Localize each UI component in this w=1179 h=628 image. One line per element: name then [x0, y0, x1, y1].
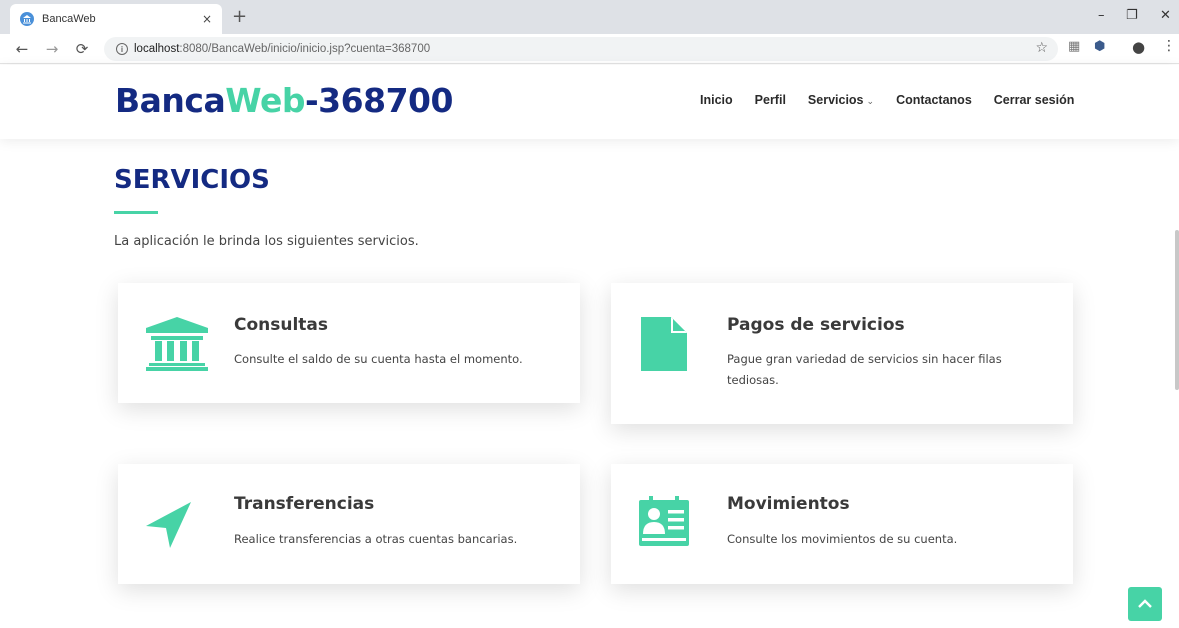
card-text: Realice transferencias a otras cuentas b…: [234, 532, 518, 546]
browser-toolbar: ← → ⟳ i localhost:8080/BancaWeb/inicio/i…: [0, 34, 1179, 64]
nav-perfil[interactable]: Perfil: [755, 93, 786, 107]
url-host: localhost: [134, 43, 180, 55]
card-title: Movimientos: [727, 494, 850, 514]
url-path: :8080/BancaWeb/inicio/inicio.jsp?cuenta=…: [179, 43, 431, 55]
scroll-to-top-button[interactable]: [1128, 587, 1162, 621]
profile-icon[interactable]: ●: [1132, 38, 1145, 56]
shield-extension-icon[interactable]: ⬢: [1094, 39, 1105, 54]
browser-tab[interactable]: BancaWeb ×: [10, 4, 222, 34]
address-bar[interactable]: i localhost:8080/BancaWeb/inicio/inicio.…: [104, 37, 1058, 61]
browser-tabbar: BancaWeb × + – ❐ ✕: [0, 0, 1179, 34]
service-card-consultas[interactable]: Consultas Consulte el saldo de su cuenta…: [118, 283, 580, 403]
service-card-transferencias[interactable]: Transferencias Realice transferencias a …: [118, 464, 580, 584]
chevron-down-icon: ⌄: [866, 96, 875, 106]
menu-dots-icon[interactable]: ⋮: [1162, 38, 1176, 54]
page-scrollbar[interactable]: [1175, 230, 1179, 390]
site-header: BancaWeb-368700 Inicio Perfil Servicios ⌄…: [0, 65, 1179, 139]
back-arrow-icon[interactable]: ←: [14, 40, 30, 58]
section-title: SERVICIOS: [114, 165, 270, 195]
chevron-up-icon: [1138, 599, 1152, 608]
service-card-pagos[interactable]: Pagos de servicios Pague gran variedad d…: [611, 283, 1073, 424]
card-text: Consulte los movimientos de su cuenta.: [727, 532, 958, 546]
brand-part-web: Web: [225, 81, 305, 120]
id-card-icon: [639, 496, 689, 550]
card-title: Pagos de servicios: [727, 315, 905, 335]
site-logo[interactable]: BancaWeb-368700: [115, 81, 453, 120]
brand-part-account: -368700: [304, 81, 453, 120]
close-window-button[interactable]: ✕: [1160, 8, 1171, 23]
nav-servicios[interactable]: Servicios ⌄: [808, 93, 874, 107]
title-underline: [114, 211, 158, 214]
card-text: Consulte el saldo de su cuenta hasta el …: [234, 352, 523, 366]
new-tab-button[interactable]: +: [232, 8, 247, 26]
card-text: Pague gran variedad de servicios sin hac…: [727, 352, 1002, 387]
bookmark-star-icon[interactable]: ☆: [1035, 40, 1048, 56]
info-icon[interactable]: i: [116, 43, 128, 55]
section-description: La aplicación le brinda los siguientes s…: [114, 234, 419, 249]
url-text: localhost:8080/BancaWeb/inicio/inicio.js…: [134, 43, 430, 55]
card-title: Transferencias: [234, 494, 375, 514]
nav-cerrar-sesion[interactable]: Cerrar sesión: [994, 93, 1075, 107]
nav-contactanos[interactable]: Contactanos: [896, 93, 972, 107]
forward-arrow-icon[interactable]: →: [44, 40, 60, 58]
restore-button[interactable]: ❐: [1126, 8, 1138, 23]
tab-close-icon[interactable]: ×: [202, 12, 212, 26]
extension-icon[interactable]: ▦: [1068, 39, 1080, 54]
main-nav: Inicio Perfil Servicios ⌄ Contactanos Cer…: [700, 93, 1096, 107]
bank-icon: [146, 317, 208, 375]
document-icon: [641, 317, 687, 375]
card-title: Consultas: [234, 315, 329, 335]
brand-part-banca: Banca: [115, 81, 226, 120]
reload-icon[interactable]: ⟳: [74, 40, 90, 58]
nav-servicios-label: Servicios: [807, 93, 864, 107]
send-icon: [146, 502, 192, 552]
minimize-button[interactable]: –: [1098, 8, 1105, 23]
tab-title: BancaWeb: [42, 13, 96, 25]
service-card-movimientos[interactable]: Movimientos Consulte los movimientos de …: [611, 464, 1073, 584]
bank-favicon-icon: [20, 12, 34, 26]
nav-inicio[interactable]: Inicio: [700, 93, 733, 107]
